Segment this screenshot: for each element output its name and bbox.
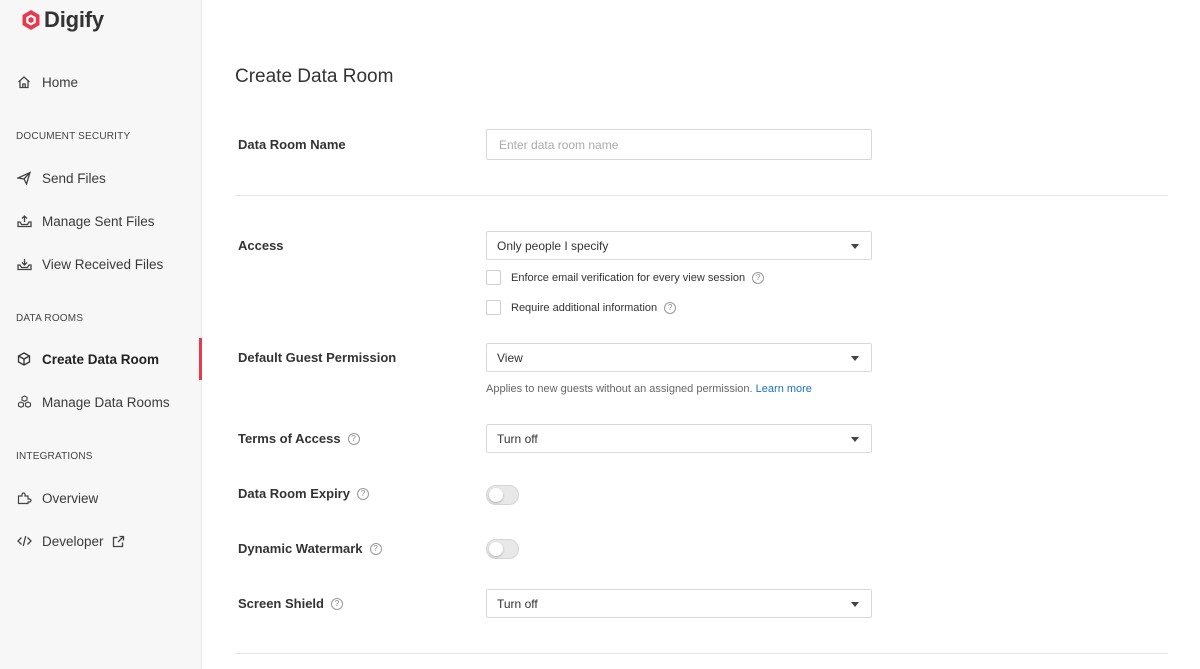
external-link-icon[interactable] [112,535,125,548]
sidebar-item-label: Overview [42,490,99,506]
sidebar-item-manage-sent-files[interactable]: Manage Sent Files [0,203,201,239]
require-additional-info-checkbox[interactable] [486,300,501,315]
sidebar-item-label: Home [42,74,79,90]
screen-shield-label: Screen Shield ? [238,596,343,611]
label-text: Access [238,238,284,253]
data-room-expiry-label: Data Room Expiry ? [238,486,369,501]
code-icon [16,533,32,549]
sidebar-item-label: Manage Data Rooms [42,394,170,410]
label-text: Screen Shield [238,596,324,611]
caret-down-icon [851,244,859,249]
label-text: Data Room Expiry [238,486,350,501]
caret-down-icon [851,356,859,361]
help-icon[interactable]: ? [369,542,382,555]
help-icon[interactable]: ? [347,432,360,445]
label-text: Terms of Access [238,431,341,446]
enforce-email-verification-option: Enforce email verification for every vie… [486,270,765,285]
sidebar-item-label: View Received Files [42,256,164,272]
help-icon[interactable]: ? [330,597,343,610]
app-name: Digify [44,7,104,32]
section-document-security: DOCUMENT SECURITY [16,131,131,142]
screen-shield-selected-value: Turn off [497,596,538,611]
enforce-email-verification-checkbox[interactable] [486,270,501,285]
help-icon[interactable]: ? [664,301,677,314]
sidebar-item-home[interactable]: Home [0,64,201,100]
permission-hint: Applies to new guests without an assigne… [486,383,812,395]
sidebar-item-developer[interactable]: Developer [0,523,201,559]
access-selected-value: Only people I specify [497,238,609,253]
sidebar-item-label: Create Data Room [42,351,160,367]
toggle-knob [489,542,503,556]
caret-down-icon [851,602,859,607]
section-data-rooms: DATA ROOMS [16,313,84,324]
page-title: Create Data Room [235,66,394,87]
sidebar-item-send-files[interactable]: Send Files [0,160,201,196]
sidebar: Digify Home DOCUMENT SECURITY Send Files… [0,0,202,669]
sidebar-item-label: Send Files [42,170,106,186]
sidebar-item-manage-data-rooms[interactable]: Manage Data Rooms [0,384,201,420]
cube-icon [16,351,32,367]
section-integrations: INTEGRATIONS [16,451,93,462]
terms-of-access-select[interactable]: Turn off [486,424,872,453]
home-icon [16,74,32,90]
option-label: Enforce email verification for every vie… [511,271,746,284]
tray-upload-icon [16,213,32,229]
sidebar-item-label: Manage Sent Files [42,213,155,229]
label-text: Default Guest Permission [238,350,397,365]
dynamic-watermark-label: Dynamic Watermark ? [238,541,382,556]
terms-of-access-label: Terms of Access ? [238,431,360,446]
tray-download-icon [16,256,32,272]
default-guest-permission-label: Default Guest Permission [238,350,396,365]
puzzle-icon [16,490,32,506]
sidebar-item-overview[interactable]: Overview [0,480,201,516]
digify-logo[interactable]: Digify [21,7,104,32]
cubes-icon [16,394,32,410]
caret-down-icon [851,437,859,442]
section-divider [235,195,1168,196]
digify-logo-icon [22,10,40,30]
sidebar-item-view-received-files[interactable]: View Received Files [0,246,201,282]
data-room-name-label: Data Room Name [238,137,346,152]
access-select[interactable]: Only people I specify [486,231,872,260]
sidebar-item-label: Developer [42,533,104,549]
sidebar-item-create-data-room[interactable]: Create Data Room [0,338,202,380]
permission-selected-value: View [497,350,523,365]
label-text: Dynamic Watermark [238,541,363,556]
help-icon[interactable]: ? [356,487,369,500]
learn-more-link[interactable]: Learn more [756,383,812,395]
dynamic-watermark-toggle[interactable] [486,539,519,559]
data-room-name-input[interactable] [486,129,872,160]
terms-selected-value: Turn off [497,431,538,446]
send-icon [16,170,32,186]
hint-text: Applies to new guests without an assigne… [486,383,753,395]
toggle-knob [489,488,503,502]
access-label: Access [238,238,284,253]
section-divider [235,653,1168,654]
screen-shield-select[interactable]: Turn off [486,589,872,618]
label-text: Data Room Name [238,137,346,152]
data-room-expiry-toggle[interactable] [486,485,519,505]
require-additional-info-option: Require additional information ? [486,300,677,315]
help-icon[interactable]: ? [752,271,765,284]
default-guest-permission-select[interactable]: View [486,343,872,372]
option-label: Require additional information [511,301,658,314]
